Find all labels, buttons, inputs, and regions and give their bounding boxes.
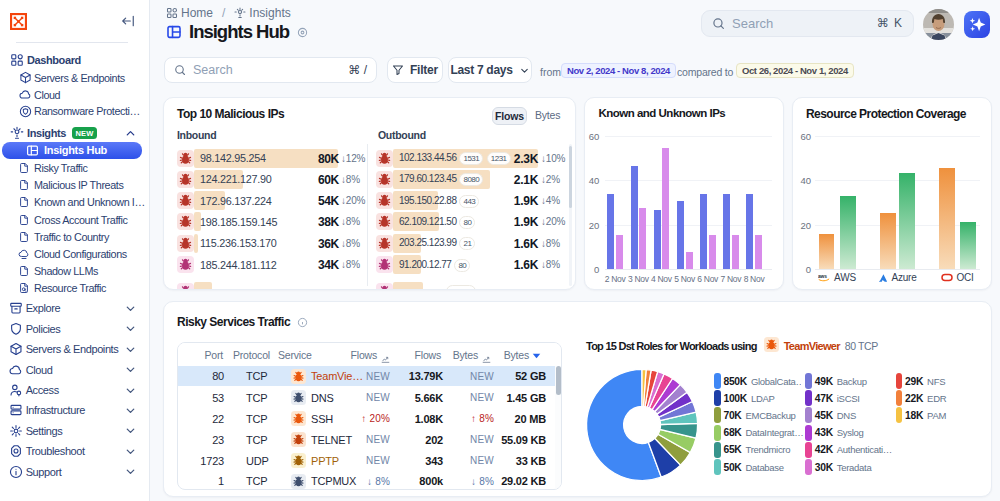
svg-text:aws: aws bbox=[818, 274, 827, 279]
